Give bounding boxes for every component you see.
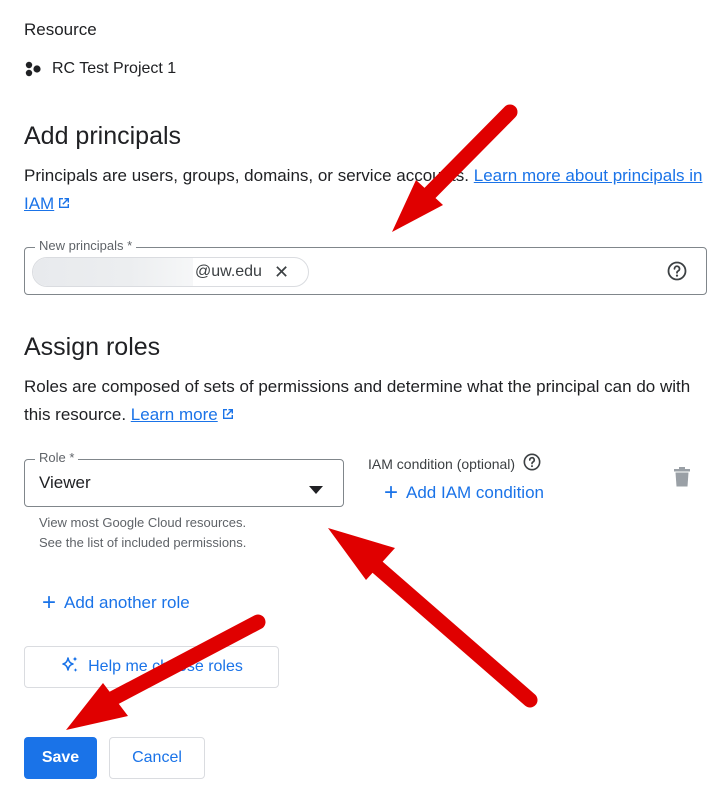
help-choose-roles-button[interactable]: Help me choose roles: [24, 646, 279, 688]
remove-chip-icon[interactable]: ✕: [274, 262, 289, 283]
principals-description-block: Principals are users, groups, domains, o…: [24, 162, 704, 219]
new-principals-label: New principals *: [35, 238, 137, 253]
delete-trash-icon[interactable]: [674, 467, 690, 492]
principal-chip-value: @uw.edu: [195, 263, 262, 280]
role-label: Role *: [35, 450, 79, 465]
help-circle-icon[interactable]: [523, 453, 541, 474]
assign-roles-heading: Assign roles: [24, 333, 161, 361]
sparkle-icon: [60, 655, 80, 680]
annotation-arrow-role: [328, 528, 538, 708]
project-name: RC Test Project 1: [52, 60, 177, 77]
save-button[interactable]: Save: [24, 737, 97, 779]
plus-icon: +: [384, 479, 399, 506]
dropdown-arrow-icon: [309, 481, 323, 499]
role-select[interactable]: Role * Viewer: [24, 450, 344, 507]
principal-chip[interactable]: @uw.edu ✕: [32, 257, 309, 287]
role-hint-line1: View most Google Cloud resources.: [39, 515, 247, 530]
external-link-icon: [57, 191, 71, 219]
help-circle-icon[interactable]: [667, 261, 687, 286]
principals-description: Principals are users, groups, domains, o…: [24, 166, 470, 185]
help-choose-roles-label: Help me choose roles: [88, 658, 243, 675]
add-iam-condition-label: Add IAM condition: [406, 483, 544, 502]
new-principals-field[interactable]: New principals * @uw.edu ✕: [24, 238, 707, 295]
resource-project: RC Test Project 1: [24, 60, 176, 78]
add-principals-heading: Add principals: [24, 122, 182, 150]
roles-description: Roles are composed of sets of permission…: [24, 377, 691, 424]
iam-condition-label: IAM condition (optional): [368, 455, 516, 472]
add-another-role-label: Add another role: [64, 593, 190, 612]
add-another-role-button[interactable]: + Add another role: [42, 591, 190, 615]
iam-condition-row: IAM condition (optional): [368, 453, 541, 474]
learn-more-roles-link[interactable]: Learn more: [131, 405, 235, 424]
add-iam-condition-button[interactable]: + Add IAM condition: [384, 481, 544, 505]
external-link-icon: [221, 402, 235, 430]
role-value: Viewer: [39, 473, 91, 492]
role-hint-line2: See the list of included permissions.: [39, 535, 247, 550]
redacted-email: [33, 258, 193, 286]
plus-icon: +: [42, 589, 57, 616]
cancel-button[interactable]: Cancel: [109, 737, 205, 779]
project-hexagon-icon: [24, 61, 44, 77]
roles-description-block: Roles are composed of sets of permission…: [24, 373, 714, 430]
resource-heading: Resource: [24, 20, 97, 39]
role-hint: View most Google Cloud resources. See th…: [39, 513, 246, 553]
